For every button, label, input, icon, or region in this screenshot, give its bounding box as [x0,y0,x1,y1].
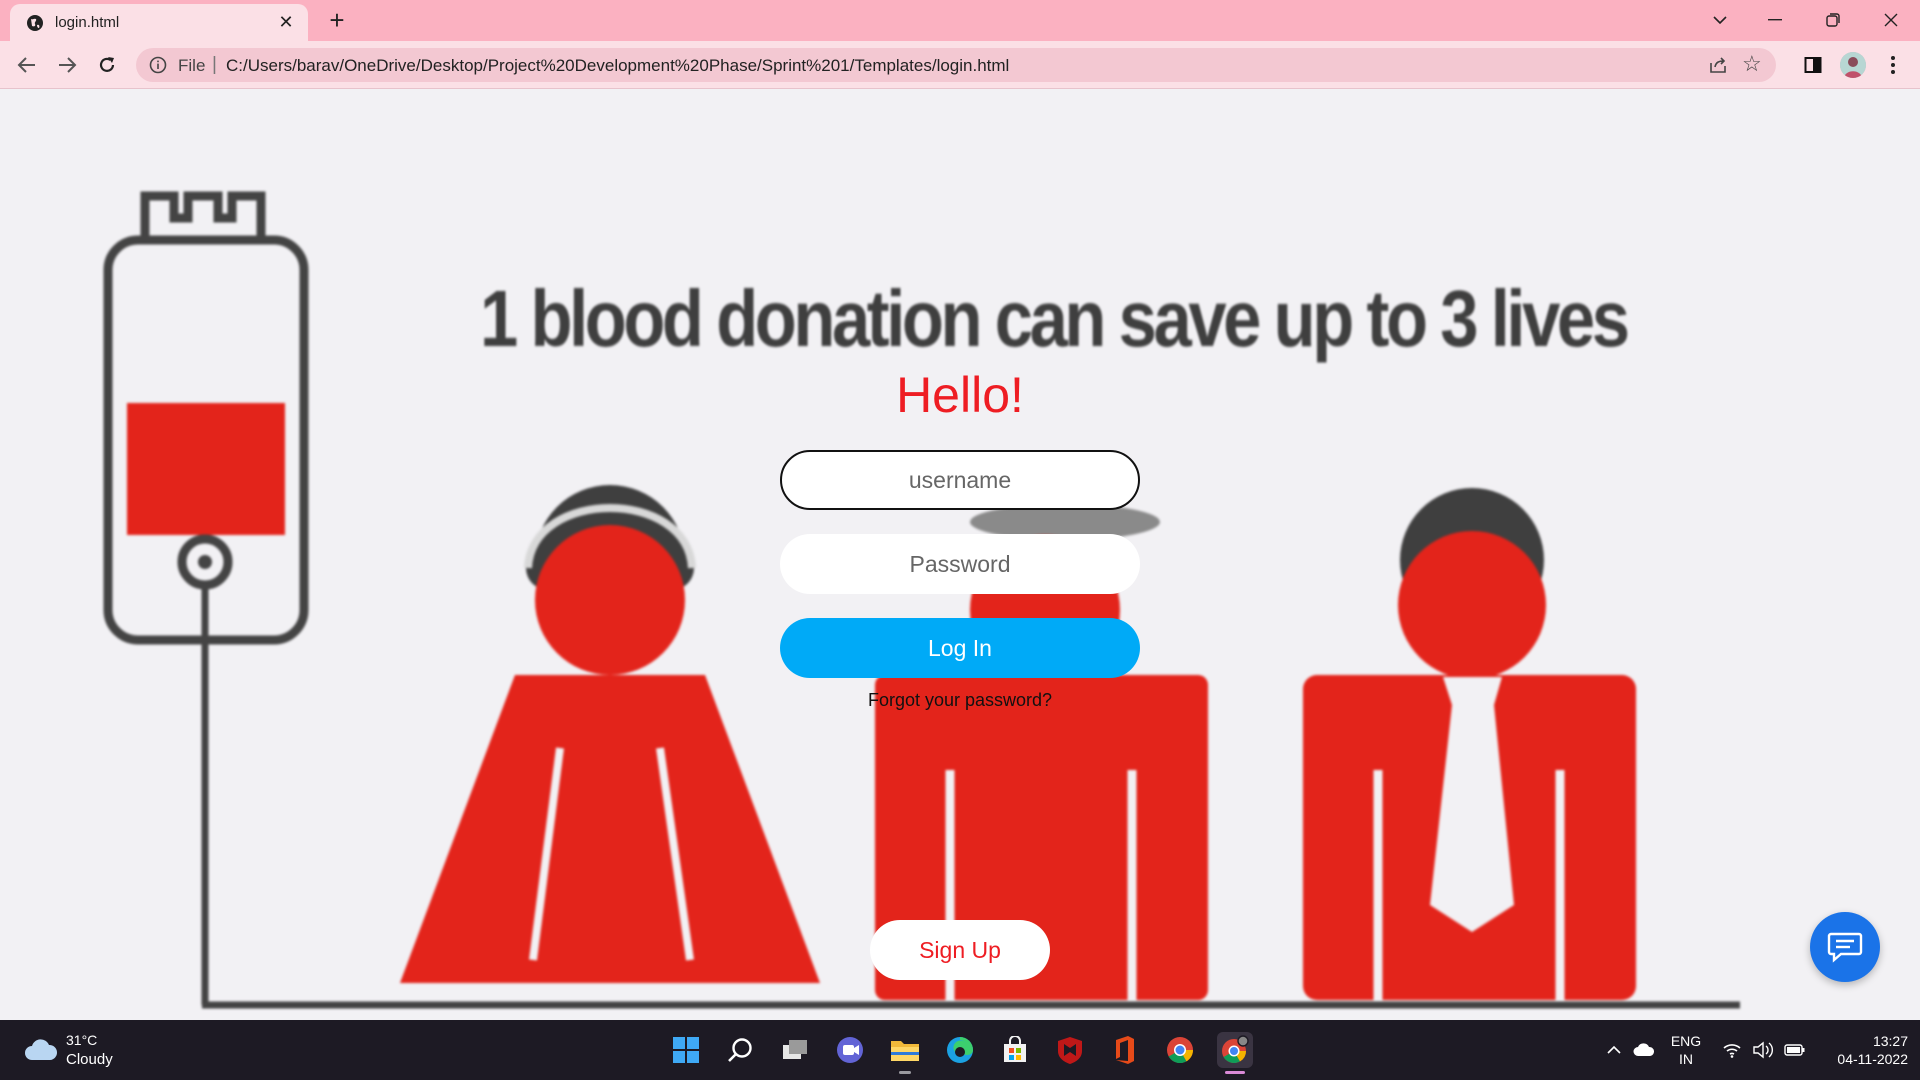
weather-condition: Cloudy [66,1051,113,1068]
close-tab-button[interactable]: ✕ [276,12,296,32]
login-page: 1 blood donation can save up to 3 lives … [0,90,1920,1020]
forgot-password-link[interactable]: Forgot your password? [0,690,1920,711]
language-code: ENG [1670,1033,1702,1049]
page-headline: 1 blood donation can save up to 3 lives [480,274,1630,363]
kebab-menu-icon[interactable] [1880,52,1906,78]
globe-icon [27,15,43,31]
taskbar: 31°C Cloudy ENG IN 13:27 04-11-2022 [0,1020,1920,1080]
task-view-icon[interactable] [777,1032,813,1068]
cloud-icon [25,1039,58,1060]
show-hidden-icons-icon[interactable] [1602,1038,1626,1062]
chat-support-button[interactable] [1810,912,1880,982]
office-icon[interactable] [1107,1032,1143,1068]
weather-temp: 31°C [66,1032,98,1048]
file-explorer-icon[interactable] [887,1032,923,1074]
login-button[interactable]: Log In [780,618,1140,678]
app-active-indicator [1225,1071,1245,1074]
star-icon[interactable]: ☆ [1742,53,1764,75]
reload-icon[interactable] [93,51,121,79]
language-region: IN [1679,1051,1693,1067]
browser-titlebar: login.html ✕ + [0,0,1920,41]
restore-icon[interactable] [1810,6,1856,34]
browser-toolbar: File | C:/Users/barav/OneDrive/Desktop/P… [0,41,1920,89]
share-icon[interactable] [1708,55,1728,75]
profile-avatar[interactable] [1840,52,1866,78]
info-icon[interactable] [149,56,167,74]
forward-icon[interactable] [53,51,81,79]
battery-icon[interactable] [1783,1038,1807,1062]
tab-title: login.html [55,14,120,31]
tab-search-icon[interactable] [1697,6,1743,34]
teams-chat-icon[interactable] [832,1032,868,1068]
new-tab-button[interactable]: + [324,7,350,34]
onedrive-icon[interactable] [1632,1038,1656,1062]
close-icon[interactable] [1868,6,1914,34]
address-bar[interactable]: File | C:/Users/barav/OneDrive/Desktop/P… [136,48,1776,82]
url-text[interactable]: C:/Users/barav/OneDrive/Desktop/Project%… [226,56,1009,76]
chrome-canary-icon[interactable] [1217,1032,1253,1074]
username-input[interactable] [780,450,1140,510]
back-icon[interactable] [13,51,41,79]
password-input[interactable] [780,534,1140,594]
minimize-icon[interactable] [1752,6,1798,34]
url-separator: | [212,54,217,75]
browser-tab[interactable]: login.html ✕ [10,4,308,41]
mcafee-icon[interactable] [1052,1032,1088,1068]
edge-icon[interactable] [942,1032,978,1068]
side-panel-icon[interactable] [1800,52,1826,78]
system-clock[interactable]: 13:27 04-11-2022 [1818,1032,1908,1068]
clock-time: 13:27 [1872,1033,1908,1049]
search-icon[interactable] [722,1032,758,1068]
wifi-icon[interactable] [1720,1038,1744,1062]
volume-icon[interactable] [1751,1038,1775,1062]
language-indicator[interactable]: ENG IN [1668,1032,1704,1068]
clock-date: 04-11-2022 [1837,1051,1908,1067]
sign-up-button[interactable]: Sign Up [870,920,1050,980]
greeting-title: Hello! [896,367,1024,423]
chat-icon [1827,932,1863,963]
start-icon[interactable] [668,1032,704,1068]
scheme-label: File [178,56,206,75]
app-running-indicator [899,1071,911,1074]
chrome-icon[interactable] [1162,1032,1198,1068]
store-icon[interactable] [997,1032,1033,1068]
